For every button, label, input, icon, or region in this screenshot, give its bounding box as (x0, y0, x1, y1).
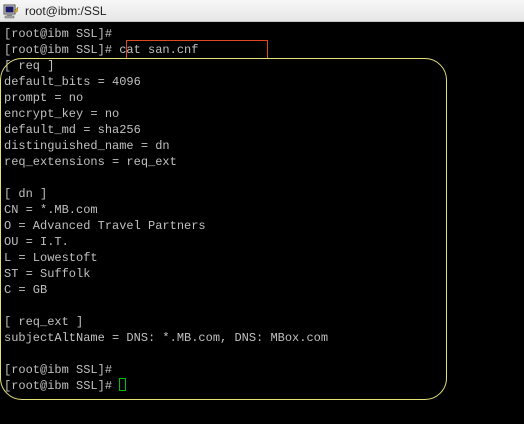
output-outline (0, 58, 447, 400)
window-title: root@ibm:/SSL (25, 4, 107, 18)
terminal-window: root@ibm:/SSL [root@ibm SSL]# [root@ibm … (0, 0, 524, 424)
title-bar[interactable]: root@ibm:/SSL (0, 0, 524, 22)
putty-terminal-icon (3, 4, 19, 19)
command-highlight-box (126, 40, 268, 59)
